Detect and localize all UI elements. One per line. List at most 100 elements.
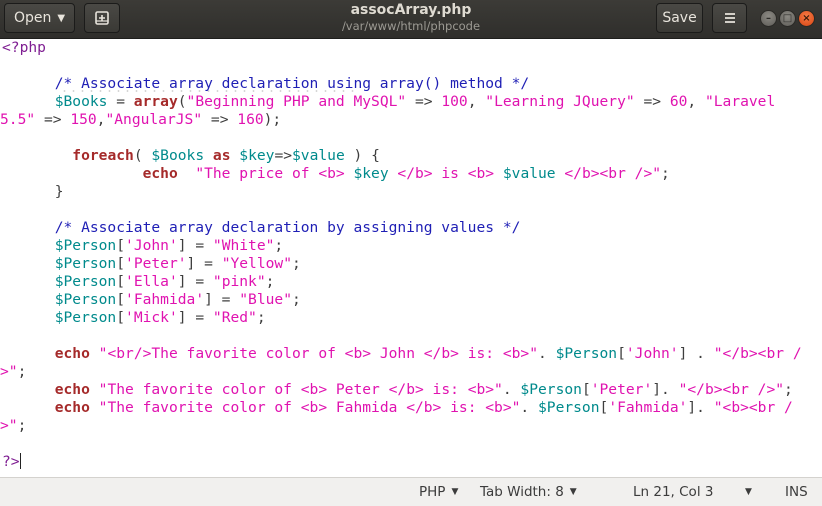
file-path: /var/www/html/phpcode	[341, 19, 481, 33]
punctuation: (	[177, 93, 187, 110]
position-dropdown[interactable]: ▼	[745, 483, 752, 501]
variable: $Person	[54, 237, 117, 254]
string: >"	[0, 363, 18, 380]
insert-mode-label: INS	[785, 484, 808, 500]
string: 'John'	[125, 237, 178, 254]
string: 'Fahmida'	[125, 291, 205, 308]
close-button[interactable]: ×	[798, 10, 815, 27]
minimize-button[interactable]: –	[760, 10, 777, 27]
code-editor[interactable]: <?php /* Associate array declaration usi…	[0, 39, 822, 477]
keyword: echo	[142, 165, 178, 182]
keyword: array	[133, 93, 178, 110]
string: "The favorite color of <b> Fahmida </b> …	[98, 399, 521, 416]
code-line: }	[2, 183, 64, 201]
hamburger-menu-icon	[724, 13, 735, 23]
variable: $Books	[54, 93, 108, 110]
text-cursor	[19, 453, 21, 469]
number: 160	[237, 111, 264, 128]
operator: ].	[652, 381, 679, 398]
code-line: /* Associate array declaration by assign…	[2, 219, 521, 237]
keyword: echo	[54, 345, 90, 362]
operator: .	[687, 345, 714, 362]
string: 5.5"	[0, 111, 36, 128]
operator: =>	[202, 111, 238, 128]
code-line: echo "<br/>The favorite color of <b> Joh…	[54, 345, 802, 362]
string: "Laravel	[704, 93, 776, 110]
operator: .	[537, 345, 556, 362]
punctuation: ) {	[344, 147, 380, 164]
maximize-button[interactable]: □	[779, 10, 796, 27]
cursor-position-label: Ln 21, Col 3	[633, 484, 714, 500]
code-line: $Person['Ella'] = "pink";	[54, 273, 275, 290]
chevron-down-icon: ▼	[451, 487, 459, 497]
open-label: Open	[13, 10, 52, 26]
open-button[interactable]: Open ▼	[4, 3, 75, 33]
operator: ].	[687, 399, 714, 416]
variable: $value	[292, 147, 345, 164]
header-bar: Open ▼ assocArray.php /var/www/html/phpco…	[0, 0, 822, 39]
status-bar: PHP ▼ Tab Width: 8 ▼ Ln 21, Col 3 ▼ INS	[0, 477, 822, 506]
punctuation: ;	[17, 363, 27, 380]
operator: =	[107, 93, 134, 110]
number: 60	[669, 93, 688, 110]
cursor-position[interactable]: Ln 21, Col 3	[633, 483, 713, 501]
string: </b> is <b>	[388, 165, 503, 182]
save-button[interactable]: Save	[656, 3, 703, 33]
string: "Blue"	[239, 291, 292, 308]
string: "Red"	[212, 309, 257, 326]
string: 'John'	[625, 345, 679, 362]
punctuation: }	[54, 183, 64, 200]
code-line: $Person['John'] = "White";	[54, 237, 284, 254]
code-line: foreach( $Books as $key=>$value ) {	[2, 147, 380, 165]
punctuation: ;	[784, 381, 793, 398]
variable: $Person	[538, 399, 600, 416]
tab-width-selector[interactable]: Tab Width: 8 ▼	[480, 483, 577, 501]
language-selector[interactable]: PHP ▼	[419, 483, 458, 501]
insert-mode: INS	[785, 483, 808, 501]
operator: =>	[406, 93, 442, 110]
string: "pink"	[212, 273, 266, 290]
string: "<b><br /	[713, 399, 793, 416]
chevron-down-icon: ▼	[569, 487, 577, 497]
code-line: $Books = array("Beginning PHP and MySQL"…	[2, 93, 776, 111]
string: "White"	[212, 237, 275, 254]
code-line: $Person['Mick'] = "Red";	[54, 309, 266, 326]
variable: $Person	[54, 291, 117, 308]
variable: $Person	[54, 309, 117, 326]
chevron-down-icon: ▼	[745, 487, 752, 497]
string: </b><br />"	[555, 165, 662, 182]
new-tab-button[interactable]	[84, 3, 120, 33]
keyword: as	[212, 147, 231, 164]
code-line: >";	[0, 363, 26, 381]
string: 'Ella'	[125, 273, 178, 290]
punctuation: ;	[661, 165, 670, 182]
punctuation: );	[263, 111, 282, 128]
variable: $Person	[520, 381, 582, 398]
code-line: $Person['Fahmida'] = "Blue";	[54, 291, 301, 308]
window-title: assocArray.php /var/www/html/phpcode	[280, 2, 542, 33]
string: 'Fahmida'	[608, 399, 688, 416]
variable: $Books	[151, 147, 205, 164]
code-line: ?>	[2, 453, 21, 471]
comment: /* Associate array declaration using arr…	[54, 75, 530, 92]
code-line: echo "The price of <b> $key </b> is <b> …	[2, 165, 670, 183]
variable: $Person	[54, 273, 117, 290]
variable: $Person	[555, 345, 618, 362]
tab-width-label: Tab Width: 8	[480, 484, 564, 500]
string: "</b><br /	[713, 345, 802, 362]
code-line: echo "The favorite color of <b> Peter </…	[54, 381, 793, 398]
code-line: >";	[0, 417, 26, 435]
string: 'Peter'	[590, 381, 653, 398]
keyword: foreach	[72, 147, 134, 164]
string: "Beginning PHP and MySQL"	[186, 93, 407, 110]
keyword: echo	[54, 399, 90, 416]
string: 'Peter'	[125, 255, 187, 272]
operator: .	[520, 399, 538, 416]
menu-button[interactable]	[712, 3, 747, 33]
code-line: echo "The favorite color of <b> Fahmida …	[54, 399, 793, 416]
string: "The favorite color of <b> Peter </b> is…	[98, 381, 503, 398]
variable: $key	[239, 147, 275, 164]
new-tab-icon	[95, 11, 109, 25]
operator: =>	[634, 93, 670, 110]
code-line: <?php	[2, 39, 46, 57]
